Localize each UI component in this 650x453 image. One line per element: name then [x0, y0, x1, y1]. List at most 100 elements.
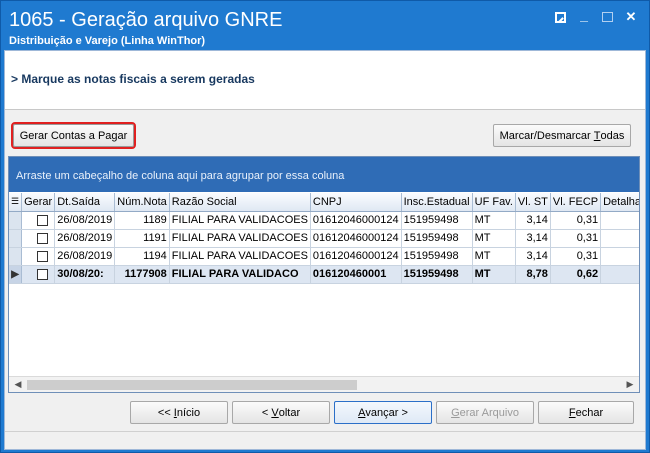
scroll-left-icon[interactable]: ◀	[10, 379, 26, 391]
cell-uf-fav[interactable]: MT	[472, 265, 516, 284]
scrollbar-thumb[interactable]	[27, 380, 357, 390]
column-header-detalhamento[interactable]: Detalhame	[600, 193, 639, 212]
gerar-checkbox-cell[interactable]	[21, 211, 56, 230]
app-window: 1065 - Geração arquivo GNRE Distribuição…	[0, 0, 650, 453]
title-bar[interactable]: 1065 - Geração arquivo GNRE Distribuição…	[1, 1, 649, 50]
close-icon[interactable]: ✕	[623, 9, 639, 25]
scroll-right-icon[interactable]: ▶	[622, 379, 638, 391]
column-header-vl-st[interactable]: Vl. ST	[515, 193, 551, 212]
column-header-insc-estadual[interactable]: Insc.Estadual	[401, 193, 473, 212]
inicio-button[interactable]: << Início	[130, 401, 228, 424]
cell-insc-estadual[interactable]: 151959498	[401, 247, 473, 266]
notas-table: ☰ Gerar Dt.Saída Núm.Nota Razão Social C…	[9, 193, 639, 284]
column-header-cnpj[interactable]: CNPJ	[310, 193, 402, 212]
cell-vl-st[interactable]: 3,14	[515, 229, 551, 248]
gerar-arquivo-suffix: erar Arquivo	[459, 406, 519, 419]
inicio-suffix: nício	[176, 406, 201, 419]
gerar-checkbox-cell[interactable]	[21, 247, 56, 266]
window-controls: _ ✕	[555, 8, 639, 25]
cell-uf-fav[interactable]: MT	[472, 247, 516, 266]
column-header-gerar[interactable]: Gerar	[21, 193, 56, 212]
voltar-accel: V	[271, 406, 279, 419]
cell-dt-saida[interactable]: 26/08/2019	[54, 229, 116, 248]
row-indicator[interactable]: ▶	[9, 265, 23, 284]
cell-vl-st[interactable]: 8,78	[515, 265, 551, 284]
gerar-checkbox[interactable]	[37, 250, 49, 262]
column-header-razao-social[interactable]: Razão Social	[169, 193, 311, 212]
table-row[interactable]: 26/08/2019 1191 FILIAL PARA VALIDACOES 0…	[9, 229, 639, 248]
cell-razao-social[interactable]: FILIAL PARA VALIDACO	[169, 265, 311, 284]
column-header-num-nota[interactable]: Núm.Nota	[114, 193, 170, 212]
fechar-button[interactable]: Fechar	[538, 401, 634, 424]
cell-insc-estadual[interactable]: 151959498	[401, 229, 473, 248]
cell-insc-estadual[interactable]: 151959498	[401, 265, 473, 284]
step-instruction: > Marque as notas fiscais a serem gerada…	[11, 72, 255, 86]
cell-razao-social[interactable]: FILIAL PARA VALIDACOES	[169, 247, 311, 266]
marcar-desmarcar-suffix: odas	[600, 129, 625, 142]
notas-grid[interactable]: Arraste um cabeçalho de coluna aqui para…	[8, 156, 640, 393]
cell-cnpj[interactable]: 01612046000124	[310, 211, 402, 230]
group-by-panel[interactable]: Arraste um cabeçalho de coluna aqui para…	[9, 157, 639, 192]
cell-num-nota[interactable]: 1194	[114, 247, 170, 266]
avancar-accel: A	[358, 406, 366, 419]
maximize-icon[interactable]	[602, 12, 613, 22]
status-bar	[5, 431, 645, 432]
marcar-desmarcar-prefix: Marcar/Desmarcar	[499, 129, 594, 142]
cell-dt-saida[interactable]: 26/08/2019	[54, 247, 116, 266]
column-chooser-icon[interactable]: ☰	[9, 193, 23, 212]
column-header-dt-saida[interactable]: Dt.Saída	[54, 193, 116, 212]
gerar-arquivo-accel: G	[451, 406, 460, 419]
cell-detalhamento[interactable]	[600, 211, 639, 230]
voltar-button[interactable]: < Voltar	[232, 401, 330, 424]
cell-uf-fav[interactable]: MT	[472, 211, 516, 230]
cell-vl-fecp[interactable]: 0,31	[550, 247, 602, 266]
gerar-checkbox[interactable]	[37, 232, 49, 244]
cell-num-nota[interactable]: 1191	[114, 229, 170, 248]
cell-cnpj[interactable]: 01612046000124	[310, 229, 402, 248]
cell-razao-social[interactable]: FILIAL PARA VALIDACOES	[169, 229, 311, 248]
cell-num-nota[interactable]: 1177908	[114, 265, 170, 284]
row-indicator[interactable]	[9, 229, 23, 248]
inicio-prefix: <<	[157, 406, 174, 419]
cell-insc-estadual[interactable]: 151959498	[401, 211, 473, 230]
minimize-icon[interactable]: _	[576, 8, 592, 25]
gerar-checkbox[interactable]	[37, 214, 49, 226]
avancar-button[interactable]: Avançar >	[334, 401, 432, 424]
cell-dt-saida[interactable]: 30/08/20:	[54, 265, 116, 284]
wizard-client-area: > Marque as notas fiscais a serem gerada…	[4, 50, 646, 450]
horizontal-scrollbar[interactable]: ◀ ▶	[9, 376, 639, 392]
avancar-suffix: vançar >	[365, 406, 408, 419]
table-row[interactable]: 26/08/2019 1194 FILIAL PARA VALIDACOES 0…	[9, 247, 639, 266]
table-row-selected[interactable]: ▶ 30/08/20: 1177908 FILIAL PARA VALIDACO…	[9, 265, 639, 284]
cell-detalhamento[interactable]	[600, 247, 639, 266]
gerar-checkbox[interactable]	[37, 268, 49, 280]
cell-vl-st[interactable]: 3,14	[515, 247, 551, 266]
gerar-checkbox-cell[interactable]	[21, 265, 56, 284]
cell-vl-fecp[interactable]: 0,31	[550, 211, 602, 230]
table-row[interactable]: 26/08/2019 1189 FILIAL PARA VALIDACOES 0…	[9, 211, 639, 230]
cell-razao-social[interactable]: FILIAL PARA VALIDACOES	[169, 211, 311, 230]
marcar-desmarcar-todas-button[interactable]: Marcar/Desmarcar Todas	[493, 124, 631, 147]
cell-vl-fecp[interactable]: 0,62	[550, 265, 602, 284]
cell-cnpj[interactable]: 01612046000124	[310, 247, 402, 266]
row-indicator[interactable]	[9, 211, 23, 230]
gerar-contas-label: Gerar Contas a Pagar	[19, 129, 128, 142]
row-indicator[interactable]	[9, 247, 23, 266]
fechar-accel: F	[568, 406, 576, 419]
cell-vl-st[interactable]: 3,14	[515, 211, 551, 230]
restore-icon[interactable]	[555, 12, 566, 23]
wizard-header: > Marque as notas fiscais a serem gerada…	[5, 51, 645, 110]
cell-detalhamento[interactable]	[600, 229, 639, 248]
cell-cnpj[interactable]: 016120460001	[310, 265, 402, 284]
column-header-uf-fav[interactable]: UF Fav.	[472, 193, 516, 212]
column-header-vl-fecp[interactable]: Vl. FECP	[550, 193, 602, 212]
cell-vl-fecp[interactable]: 0,31	[550, 229, 602, 248]
gerar-arquivo-button[interactable]: Gerar Arquivo	[436, 401, 534, 424]
cell-num-nota[interactable]: 1189	[114, 211, 170, 230]
cell-detalhamento[interactable]	[600, 265, 639, 284]
gerar-contas-a-pagar-button[interactable]: Gerar Contas a Pagar	[11, 122, 136, 149]
window-title: 1065 - Geração arquivo GNRE	[9, 9, 283, 31]
cell-uf-fav[interactable]: MT	[472, 229, 516, 248]
gerar-checkbox-cell[interactable]	[21, 229, 56, 248]
cell-dt-saida[interactable]: 26/08/2019	[54, 211, 116, 230]
